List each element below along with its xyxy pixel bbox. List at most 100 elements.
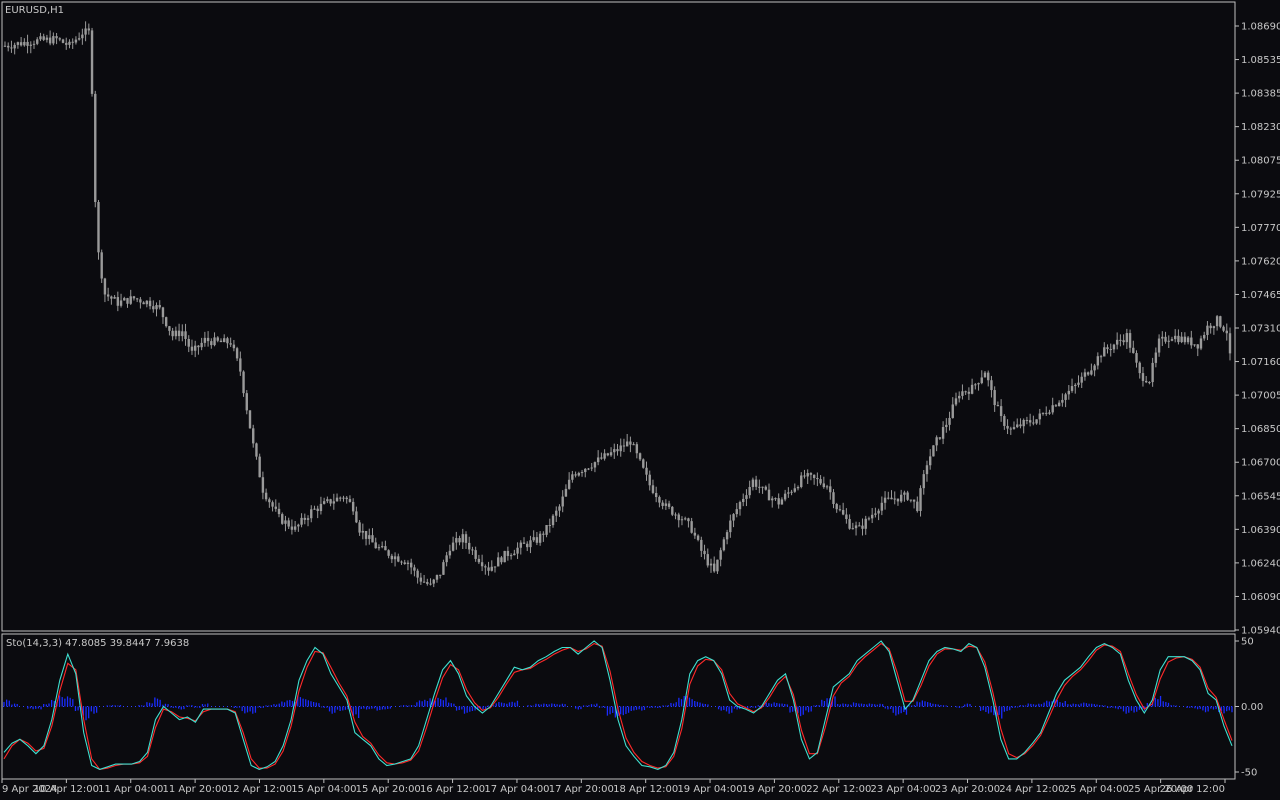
candle-body (493, 566, 497, 568)
candle-body (1161, 336, 1164, 339)
price-tick-label: 1.08075 (1241, 156, 1280, 167)
candle-body (555, 510, 558, 516)
candle-body (513, 553, 516, 556)
candle-body (380, 546, 384, 548)
candle-body (890, 497, 893, 500)
candle-body (506, 550, 510, 556)
candle-body (164, 317, 168, 327)
candle-body (683, 518, 687, 520)
candle-body (648, 474, 651, 486)
candle-body (32, 43, 36, 45)
candle-body (181, 331, 184, 337)
candle-body (484, 566, 487, 568)
candle-body (545, 525, 548, 535)
candle-body (310, 509, 313, 519)
candle-body (1106, 347, 1109, 350)
candle-body (1093, 365, 1096, 371)
candle-body (252, 428, 255, 444)
candle-body (667, 503, 671, 507)
price-tick-label: 1.07925 (1241, 189, 1280, 200)
candle-body (580, 472, 584, 474)
candle-body (213, 337, 216, 346)
candle-body (526, 543, 529, 548)
candle-body (538, 533, 542, 543)
time-tick-label: 26 Apr 12:00 (1160, 784, 1225, 795)
price-tick-label: 1.06700 (1241, 458, 1280, 469)
candle-body (235, 348, 239, 359)
time-tick-label: 19 Apr 04:00 (677, 784, 742, 795)
price-tick-label: 1.06240 (1241, 558, 1280, 569)
candle-body (796, 487, 800, 489)
candle-body (983, 372, 987, 378)
candle-body (23, 41, 26, 46)
candle-body (632, 444, 635, 446)
candle-body (342, 497, 345, 499)
candle-body (571, 474, 574, 480)
candle-body (3, 45, 7, 47)
price-tick-label: 1.08690 (1241, 22, 1280, 33)
candle-body (909, 499, 913, 501)
candle-body (142, 302, 145, 305)
candle-body (793, 488, 797, 492)
candle-body (906, 492, 909, 500)
candle-body (732, 514, 735, 521)
candle-body (928, 456, 932, 466)
candle-body (800, 475, 803, 488)
time-tick-label: 22 Apr 12:00 (806, 784, 871, 795)
stochastic-tick-label: 50 (1241, 637, 1254, 648)
candle-body (742, 498, 745, 503)
candle-body (303, 517, 307, 520)
candle-body (458, 538, 461, 543)
candle-body (587, 468, 590, 470)
chart-window[interactable]: EURUSD,H1 1.08690 1.08535 1.08385 1.08230 1.… (0, 0, 1280, 800)
candle-body (783, 493, 787, 500)
candle-body (977, 383, 980, 385)
candle-body (258, 456, 261, 478)
candle-body (139, 299, 142, 303)
candle-body (1064, 394, 1067, 400)
candle-body (1070, 386, 1074, 391)
price-tick-label: 1.07005 (1241, 391, 1280, 402)
candle-body (442, 562, 445, 575)
candle-body (864, 518, 867, 529)
candle-body (197, 345, 200, 348)
candle-body (406, 562, 410, 564)
candle-body (745, 495, 748, 499)
time-tick-label: 17 Apr 20:00 (549, 784, 614, 795)
candle-body (703, 550, 706, 555)
candle-body (413, 567, 416, 571)
candle-body (223, 338, 226, 343)
candle-body (313, 508, 316, 510)
candle-body (509, 555, 513, 557)
candle-body (1035, 419, 1038, 424)
candle-body (206, 337, 210, 342)
candle-body (281, 514, 284, 524)
candle-body (468, 542, 471, 550)
candle-body (719, 550, 722, 560)
candle-body (925, 465, 929, 475)
candle-body (113, 297, 116, 299)
candle-body (132, 296, 136, 299)
candle-body (451, 542, 455, 551)
candle-body (867, 518, 871, 520)
candle-body (577, 473, 581, 476)
candle-body (970, 384, 974, 394)
candle-body (448, 550, 452, 556)
candle-body (1196, 344, 1199, 349)
candle-body (480, 562, 484, 567)
candle-body (851, 528, 855, 530)
time-tick-label: 12 Apr 12:00 (227, 784, 292, 795)
candle-body (1025, 419, 1029, 421)
candle-body (987, 372, 990, 381)
candle-body (700, 539, 703, 551)
candle-body (835, 504, 838, 510)
candle-body (287, 520, 290, 527)
candle-body (1215, 316, 1219, 327)
candle-body (329, 499, 332, 504)
candle-body (300, 517, 303, 525)
candle-body (816, 478, 819, 480)
candle-body (1012, 427, 1016, 429)
candle-body (326, 499, 329, 502)
candle-body (1144, 380, 1148, 383)
candle-body (297, 524, 300, 527)
